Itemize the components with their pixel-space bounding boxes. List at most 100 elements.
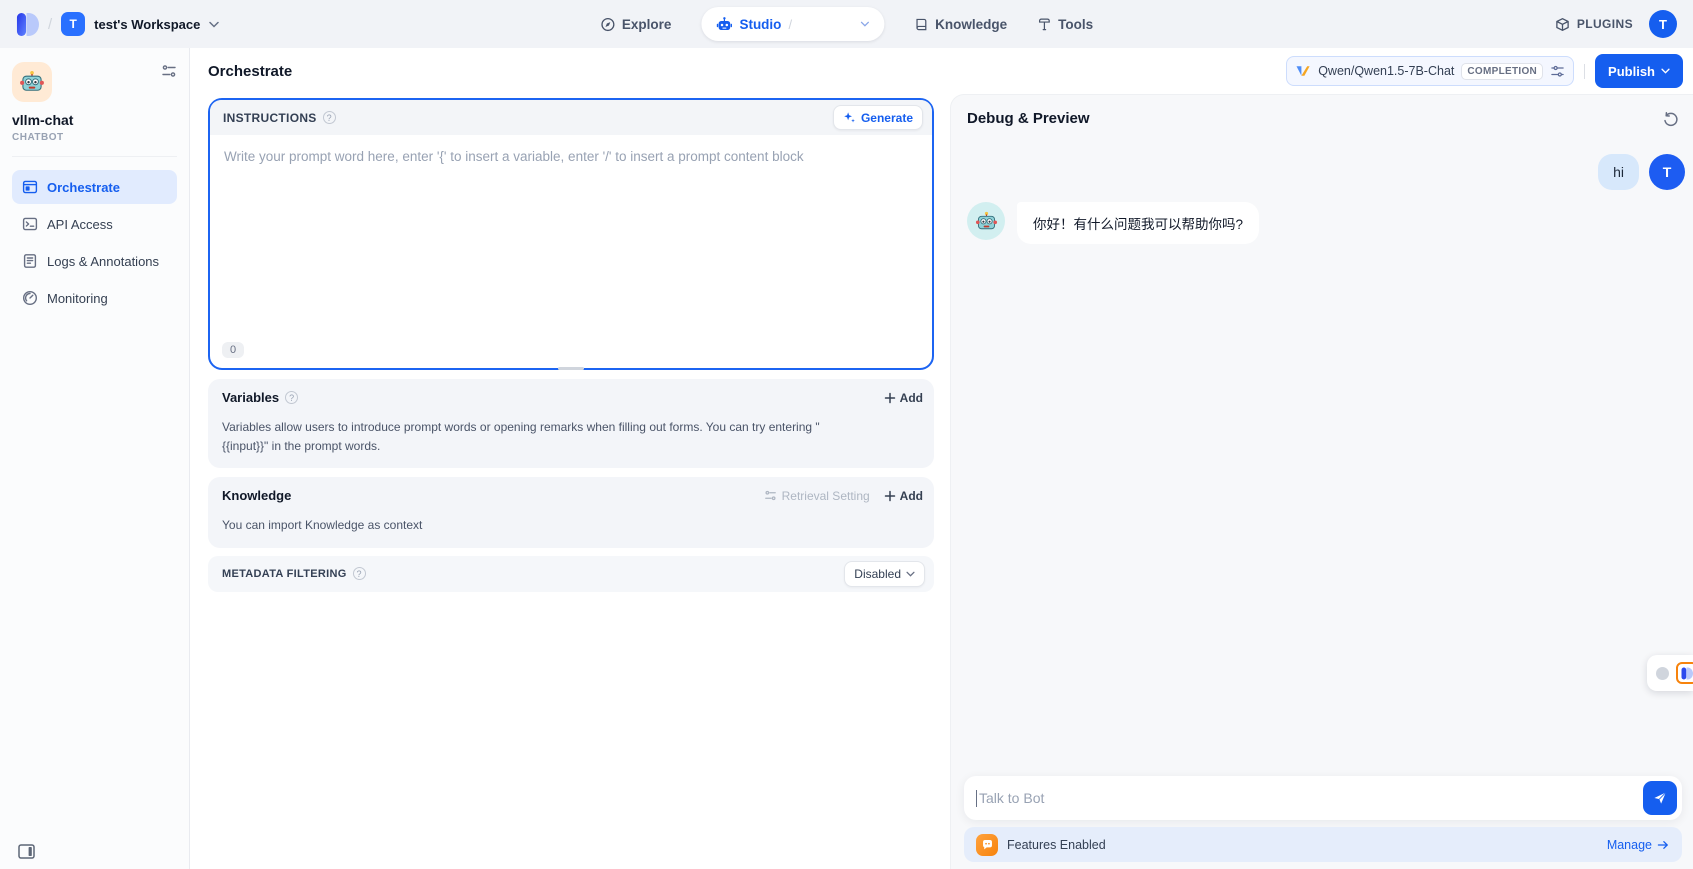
- sidebar-item-orchestrate[interactable]: Orchestrate: [12, 170, 177, 204]
- nav-knowledge-label: Knowledge: [935, 17, 1007, 32]
- instructions-title: INSTRUCTIONS: [223, 111, 317, 125]
- top-bar: / T test's Workspace Explore: [0, 0, 1693, 48]
- nav-tools[interactable]: Tools: [1037, 17, 1093, 32]
- tools-icon: [1037, 17, 1051, 32]
- metadata-filtering-value: Disabled: [854, 567, 901, 581]
- instructions-header: INSTRUCTIONS ? Generate: [210, 100, 932, 135]
- floating-widget[interactable]: [1647, 655, 1693, 691]
- app-settings-icon[interactable]: [161, 64, 177, 78]
- collapse-sidebar-icon[interactable]: [18, 844, 35, 859]
- plugins-label: PLUGINS: [1577, 17, 1633, 31]
- features-icon: [976, 834, 998, 856]
- sidebar-item-label: Monitoring: [47, 291, 108, 306]
- dify-logo: [16, 12, 39, 37]
- chat-input[interactable]: [979, 790, 1643, 806]
- terminal-icon: [22, 216, 38, 232]
- text-caret: [976, 790, 977, 807]
- char-count-badge: 0: [222, 342, 244, 358]
- features-bar: Features Enabled Manage: [964, 827, 1682, 862]
- model-params-icon[interactable]: [1550, 65, 1565, 78]
- nav-explore-label: Explore: [622, 17, 672, 32]
- resize-handle[interactable]: [558, 367, 584, 370]
- chat-message-assistant: 你好！有什么问题我可以帮助你吗?: [967, 202, 1683, 244]
- variables-description: Variables allow users to introduce promp…: [208, 416, 858, 468]
- vllm-logo-icon: [1295, 63, 1311, 79]
- knowledge-title: Knowledge: [222, 488, 291, 503]
- bot-avatar: [967, 202, 1005, 240]
- sidebar-item-api-access[interactable]: API Access: [12, 207, 177, 241]
- plugins-button[interactable]: PLUGINS: [1555, 17, 1633, 32]
- generate-button[interactable]: Generate: [833, 105, 923, 130]
- nav-explore[interactable]: Explore: [600, 17, 672, 32]
- app-type-badge: CHATBOT: [12, 132, 177, 143]
- user-message-bubble: hi: [1598, 154, 1639, 190]
- help-icon[interactable]: ?: [353, 567, 366, 580]
- add-label: Add: [900, 489, 923, 503]
- workspace-name[interactable]: test's Workspace: [94, 17, 200, 32]
- knowledge-section: Knowledge Retrieval Setting: [208, 477, 934, 548]
- monitoring-icon: [22, 290, 38, 306]
- nav-studio[interactable]: Studio / vllm-chat: [701, 7, 884, 41]
- add-variable-button[interactable]: Add: [884, 391, 923, 405]
- sidebar-item-label: Logs & Annotations: [47, 254, 159, 269]
- publish-label: Publish: [1608, 64, 1655, 79]
- chat-message-user: hi T: [967, 154, 1685, 190]
- plugins-icon: [1555, 17, 1570, 32]
- account-avatar[interactable]: T: [1649, 10, 1677, 38]
- knowledge-description: You can import Knowledge as context: [208, 514, 934, 548]
- workspace-avatar[interactable]: T: [61, 12, 85, 36]
- app-name: vllm-chat: [12, 112, 177, 128]
- model-mode-badge: COMPLETION: [1461, 63, 1543, 80]
- sparkle-icon: [843, 111, 856, 124]
- publish-button[interactable]: Publish: [1595, 54, 1683, 88]
- debug-preview-panel: Debug & Preview hi T: [950, 94, 1693, 869]
- page-title: Orchestrate: [208, 63, 292, 80]
- user-avatar: T: [1649, 154, 1685, 190]
- sidebar-item-monitoring[interactable]: Monitoring: [12, 281, 177, 315]
- retrieval-setting-label: Retrieval Setting: [782, 489, 870, 503]
- page-header: Orchestrate Qwen/Qwen1.5-7B-Chat COMPLET…: [190, 48, 1693, 94]
- nav-studio-label: Studio: [739, 17, 781, 32]
- workspace-switcher[interactable]: / T test's Workspace: [16, 12, 219, 37]
- sidebar-item-logs-annotations[interactable]: Logs & Annotations: [12, 244, 177, 278]
- add-knowledge-button[interactable]: Add: [884, 489, 923, 503]
- add-label: Add: [900, 391, 923, 405]
- chat-input-bar: [964, 776, 1682, 820]
- manage-features-link[interactable]: Manage: [1607, 838, 1669, 852]
- retrieval-setting-button[interactable]: Retrieval Setting: [764, 489, 870, 503]
- model-selector[interactable]: Qwen/Qwen1.5-7B-Chat COMPLETION: [1286, 56, 1574, 86]
- prompt-placeholder: Write your prompt word here, enter '{' t…: [224, 149, 804, 164]
- help-icon[interactable]: ?: [323, 111, 336, 124]
- features-label: Features Enabled: [1007, 838, 1106, 852]
- metadata-filtering-select[interactable]: Disabled: [844, 561, 925, 587]
- variables-title: Variables: [222, 390, 279, 405]
- robot-icon: [716, 16, 732, 32]
- header-divider: [1584, 64, 1585, 79]
- prompt-editor[interactable]: Write your prompt word here, enter '{' t…: [210, 135, 932, 179]
- retrieval-setting-icon: [764, 490, 777, 501]
- nav-knowledge[interactable]: Knowledge: [914, 17, 1007, 32]
- nav-tools-label: Tools: [1058, 17, 1093, 32]
- assistant-message-bubble: 你好！有什么问题我可以帮助你吗?: [1017, 202, 1259, 244]
- explore-icon: [600, 17, 615, 32]
- help-icon[interactable]: ?: [285, 391, 298, 404]
- orchestrate-config: INSTRUCTIONS ? Generate: [190, 94, 950, 869]
- logs-icon: [22, 253, 38, 269]
- orchestrate-icon: [22, 179, 38, 195]
- metadata-filtering-row: METADATA FILTERING ? Disabled: [208, 556, 934, 592]
- sidebar-item-label: API Access: [47, 217, 113, 232]
- chevron-down-icon[interactable]: [860, 21, 869, 27]
- chat-history: hi T: [951, 128, 1693, 776]
- restart-conversation-icon[interactable]: [1663, 112, 1679, 128]
- nav-separator: /: [788, 17, 792, 32]
- app-icon[interactable]: [12, 62, 52, 102]
- model-name: Qwen/Qwen1.5-7B-Chat: [1318, 64, 1454, 78]
- metadata-filtering-title: METADATA FILTERING: [222, 568, 347, 580]
- sidebar-divider: [12, 156, 177, 157]
- debug-preview-title: Debug & Preview: [967, 110, 1090, 127]
- dify-mini-logo: [1676, 662, 1693, 684]
- instructions-panel: INSTRUCTIONS ? Generate: [208, 98, 934, 370]
- sidebar-item-label: Orchestrate: [47, 180, 120, 195]
- app-sidebar: vllm-chat CHATBOT Orchestrate API Access: [0, 48, 190, 869]
- send-button[interactable]: [1643, 781, 1677, 815]
